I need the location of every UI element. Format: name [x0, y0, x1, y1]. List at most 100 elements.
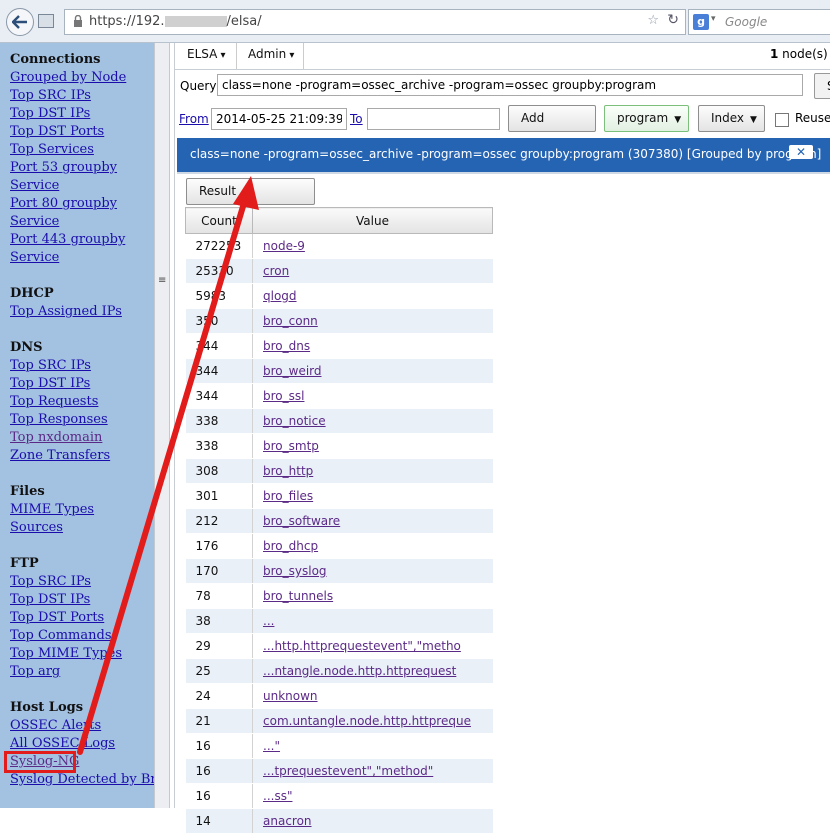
- sidebar-link-dns-top-nxdomain[interactable]: Top nxdomain: [10, 430, 102, 445]
- sidebar-link-conn-top-dst-ports[interactable]: Top DST Ports: [10, 124, 104, 139]
- value-link[interactable]: ...ss": [263, 789, 292, 803]
- sidebar-link-port-443-groupby[interactable]: Port 443 groupby: [10, 232, 125, 247]
- column-header-value[interactable]: Value: [252, 207, 493, 234]
- value-cell: anacron: [252, 808, 493, 834]
- elsa-menu[interactable]: ELSA: [187, 47, 226, 61]
- sidebar-link-ftp-top-src-ips[interactable]: Top SRC IPs: [10, 574, 91, 589]
- value-link[interactable]: ...: [263, 614, 274, 628]
- url-field[interactable]: https://192. /elsa/ ☆ ↻: [64, 9, 686, 35]
- value-link[interactable]: bro_http: [263, 464, 313, 478]
- value-link[interactable]: bro_conn: [263, 314, 318, 328]
- from-datetime-input[interactable]: [211, 108, 347, 130]
- search-engine-icon[interactable]: g: [693, 14, 709, 30]
- sidebar-link-ftp-top-arg[interactable]: Top arg: [10, 664, 60, 679]
- value-link[interactable]: qlogd: [263, 289, 297, 303]
- search-field[interactable]: g ▾ Google: [688, 9, 830, 35]
- sidebar-link-dns-top-responses[interactable]: Top Responses: [10, 412, 108, 427]
- sidebar-link-dns-zone-transfers[interactable]: Zone Transfers: [10, 448, 110, 463]
- close-icon[interactable]: ✕: [789, 145, 813, 159]
- sidebar-link-port-80-service[interactable]: Service: [10, 214, 59, 229]
- value-link[interactable]: ...ntangle.node.http.httprequest: [263, 664, 456, 678]
- bookmark-star-icon[interactable]: ☆: [647, 13, 659, 28]
- sidebar-link-ftp-top-mime-types[interactable]: Top MIME Types: [10, 646, 122, 661]
- back-button[interactable]: [6, 8, 34, 36]
- value-link[interactable]: unknown: [263, 689, 318, 703]
- admin-menu[interactable]: Admin: [248, 47, 294, 61]
- value-cell: ...": [252, 733, 493, 759]
- value-cell: bro_software: [252, 508, 493, 534]
- table-row: 344 bro_weird: [185, 358, 493, 384]
- query-input[interactable]: [217, 74, 803, 96]
- sidebar-link-ftp-top-dst-ports[interactable]: Top DST Ports: [10, 610, 104, 625]
- value-link[interactable]: bro_software: [263, 514, 340, 528]
- value-link[interactable]: bro_dhcp: [263, 539, 318, 553]
- value-link[interactable]: bro_dns: [263, 339, 310, 353]
- table-row: 170 bro_syslog: [185, 558, 493, 584]
- value-link[interactable]: bro_weird: [263, 364, 322, 378]
- count-cell: 344: [185, 383, 253, 409]
- sidebar-splitter[interactable]: ≡: [154, 43, 170, 808]
- splitter-grip-icon[interactable]: ≡: [158, 275, 166, 286]
- sidebar-link-conn-top-dst-ips[interactable]: Top DST IPs: [10, 106, 90, 121]
- sidebar-link-dns-top-dst-ips[interactable]: Top DST IPs: [10, 376, 90, 391]
- result-tab[interactable]: class=none -program=ossec_archive -progr…: [177, 138, 830, 172]
- sidebar-link-conn-top-src-ips[interactable]: Top SRC IPs: [10, 88, 91, 103]
- index-button[interactable]: Index ▼: [698, 105, 765, 132]
- tab-pages-icon[interactable]: [38, 14, 54, 28]
- index-label: Index: [711, 111, 745, 125]
- sidebar-link-dns-top-requests[interactable]: Top Requests: [10, 394, 98, 409]
- value-link[interactable]: bro_tunnels: [263, 589, 333, 603]
- reload-icon[interactable]: ↻: [667, 12, 679, 28]
- to-datetime-input[interactable]: [367, 108, 500, 130]
- from-link[interactable]: From: [179, 112, 209, 126]
- sidebar-link-ossec-alerts[interactable]: OSSEC Alerts: [10, 718, 101, 733]
- sidebar-link-port-80-groupby[interactable]: Port 80 groupby: [10, 196, 117, 211]
- sidebar-link-sources[interactable]: Sources: [10, 520, 63, 535]
- sidebar-link-mime-types[interactable]: MIME Types: [10, 502, 94, 517]
- to-link[interactable]: To: [350, 112, 363, 126]
- count-cell: 344: [185, 333, 253, 359]
- result-options-button[interactable]: Result Options...▼: [186, 178, 315, 223]
- browser-address-bar: https://192. /elsa/ ☆ ↻ g ▾ Google: [0, 0, 830, 43]
- sidebar-link-conn-top-services[interactable]: Top Services: [10, 142, 94, 157]
- value-link[interactable]: cron: [263, 264, 289, 278]
- count-cell: 301: [185, 483, 253, 509]
- value-cell: ...ntangle.node.http.httprequest: [252, 658, 493, 684]
- sidebar-link-port-443-service[interactable]: Service: [10, 250, 59, 265]
- sidebar-link-all-ossec-logs[interactable]: All OSSEC Logs: [10, 736, 115, 751]
- sidebar-link-port-53-groupby[interactable]: Port 53 groupby: [10, 160, 117, 175]
- value-link[interactable]: anacron: [263, 814, 312, 828]
- value-cell: unknown: [252, 683, 493, 709]
- count-cell: 308: [185, 458, 253, 484]
- column-header-count[interactable]: Count: [185, 207, 253, 234]
- sidebar-link-ftp-top-commands[interactable]: Top Commands: [10, 628, 112, 643]
- value-link[interactable]: bro_smtp: [263, 439, 319, 453]
- value-cell: ...ss": [252, 783, 493, 809]
- count-cell: 5983: [185, 283, 253, 309]
- value-cell: cron: [252, 258, 493, 284]
- sidebar-link-top-assigned-ips[interactable]: Top Assigned IPs: [10, 304, 122, 319]
- reuse-checkbox[interactable]: [775, 113, 789, 127]
- value-link[interactable]: ...tprequestevent","method": [263, 764, 433, 778]
- table-row: 38...: [185, 608, 493, 634]
- value-link[interactable]: bro_ssl: [263, 389, 304, 403]
- value-link[interactable]: bro_syslog: [263, 564, 327, 578]
- value-link[interactable]: bro_files: [263, 489, 313, 503]
- value-link[interactable]: ...http.httprequestevent","metho: [263, 639, 461, 653]
- submit-button[interactable]: S: [814, 73, 830, 99]
- value-link[interactable]: bro_notice: [263, 414, 326, 428]
- sidebar-link-port-53-service[interactable]: Service: [10, 178, 59, 193]
- sidebar-link-syslog-detected-by-bro[interactable]: Syslog Detected by Bro: [10, 772, 164, 787]
- count-cell: 24: [185, 683, 253, 709]
- value-link[interactable]: ...": [263, 739, 280, 753]
- value-cell: ...http.httprequestevent","metho: [252, 633, 493, 659]
- sidebar-link-grouped-by-node[interactable]: Grouped by Node: [10, 70, 126, 85]
- groupby-program-button[interactable]: program ▼: [604, 105, 689, 132]
- chevron-down-icon[interactable]: ▾: [711, 14, 716, 24]
- value-link[interactable]: com.untangle.node.http.httpreque: [263, 714, 471, 728]
- sidebar-link-ftp-top-dst-ips[interactable]: Top DST IPs: [10, 592, 90, 607]
- value-link[interactable]: node-9: [263, 239, 305, 253]
- add-term-button[interactable]: Add Term▼: [508, 105, 596, 150]
- sidebar-link-dns-top-src-ips[interactable]: Top SRC IPs: [10, 358, 91, 373]
- count-cell: 350: [185, 308, 253, 334]
